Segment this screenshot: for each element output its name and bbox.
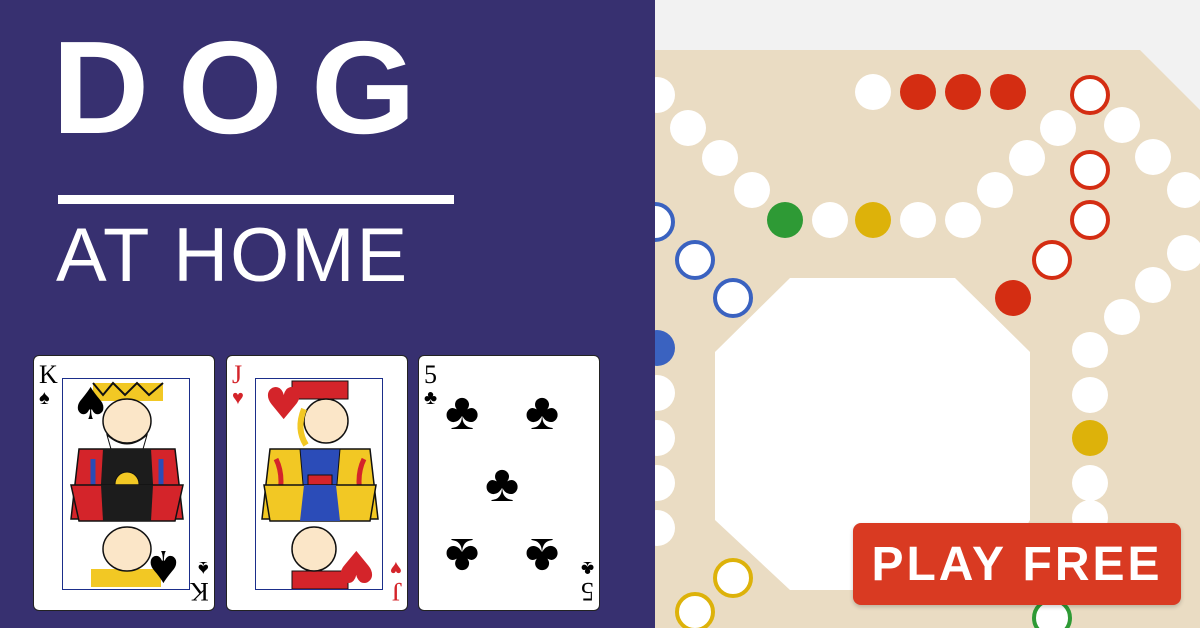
promo-banner: DOG AT HOME K ♠ ♠ ♠ ♠ K J ♥ ♥ ♥ ♥ J 5 ♣ … bbox=[0, 0, 1200, 628]
card-rank: K bbox=[190, 577, 209, 606]
track-hole bbox=[1009, 140, 1045, 176]
red-peg bbox=[900, 74, 936, 110]
card-king-of-spades: K ♠ ♠ ♠ ♠ K bbox=[33, 355, 215, 611]
club-icon: ♣ bbox=[485, 455, 520, 513]
track-hole bbox=[1072, 465, 1108, 501]
red-home-hole bbox=[1032, 240, 1072, 280]
track-hole bbox=[1040, 110, 1076, 146]
play-free-button[interactable]: PLAY FREE bbox=[853, 523, 1181, 605]
club-icon: ♣ bbox=[525, 383, 560, 441]
card-five-of-clubs: 5 ♣ ♣ ♣ ♣ ♣ ♣ ♣ 5 bbox=[418, 355, 600, 611]
track-hole bbox=[670, 110, 706, 146]
red-peg bbox=[990, 74, 1026, 110]
yellow-home-hole bbox=[675, 592, 715, 628]
spade-icon: ♠ bbox=[39, 387, 50, 409]
track-hole bbox=[855, 74, 891, 110]
card-jack-of-hearts: J ♥ ♥ ♥ ♥ J bbox=[226, 355, 408, 611]
red-home-hole bbox=[1070, 200, 1110, 240]
card-rank: J bbox=[232, 360, 243, 389]
spade-icon: ♠ bbox=[198, 557, 209, 579]
card-rank: K bbox=[39, 360, 58, 389]
heart-icon: ♥ bbox=[390, 557, 402, 579]
club-icon: ♣ bbox=[445, 383, 480, 441]
track-hole bbox=[1072, 332, 1108, 368]
track-hole bbox=[1072, 377, 1108, 413]
red-home-hole bbox=[1070, 150, 1110, 190]
card-rank: 5 bbox=[581, 577, 594, 606]
jack-portrait: ♥ ♥ bbox=[255, 378, 383, 590]
card-rank: 5 bbox=[424, 360, 437, 389]
club-icon: ♣ bbox=[525, 527, 560, 585]
track-hole bbox=[977, 172, 1013, 208]
green-peg bbox=[767, 202, 803, 238]
club-icon: ♣ bbox=[424, 387, 438, 409]
track-hole bbox=[812, 202, 848, 238]
red-home-hole bbox=[1070, 75, 1110, 115]
svg-text:♠: ♠ bbox=[144, 540, 183, 590]
svg-text:♥: ♥ bbox=[337, 540, 376, 590]
blue-home-hole bbox=[713, 278, 753, 318]
blue-home-hole bbox=[675, 240, 715, 280]
title-subtitle: AT HOME bbox=[56, 213, 410, 298]
red-peg bbox=[995, 280, 1031, 316]
yellow-peg bbox=[855, 202, 891, 238]
track-hole bbox=[734, 172, 770, 208]
svg-text:♥: ♥ bbox=[264, 379, 303, 430]
heart-icon: ♥ bbox=[232, 387, 244, 409]
king-portrait: ♠ ♠ bbox=[62, 378, 190, 590]
track-hole bbox=[1104, 299, 1140, 335]
title-divider bbox=[58, 195, 454, 204]
track-hole bbox=[900, 202, 936, 238]
track-hole bbox=[1135, 139, 1171, 175]
track-hole bbox=[1135, 267, 1171, 303]
club-icon: ♣ bbox=[445, 527, 480, 585]
club-icon: ♣ bbox=[580, 557, 594, 579]
yellow-peg bbox=[1072, 420, 1108, 456]
title-main: DOG bbox=[52, 14, 445, 161]
track-hole bbox=[702, 140, 738, 176]
track-hole bbox=[945, 202, 981, 238]
svg-text:♠: ♠ bbox=[71, 379, 110, 430]
card-rank: J bbox=[391, 577, 402, 606]
track-hole bbox=[1104, 107, 1140, 143]
yellow-home-hole bbox=[713, 558, 753, 598]
red-peg bbox=[945, 74, 981, 110]
